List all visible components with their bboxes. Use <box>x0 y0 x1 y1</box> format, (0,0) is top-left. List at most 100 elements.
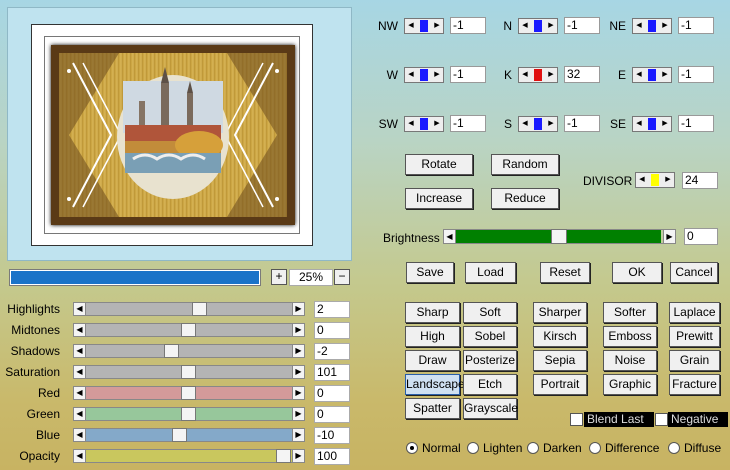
matrix-ne-value[interactable]: -1 <box>678 17 714 34</box>
shadows-slider[interactable]: ◀ ▶ <box>73 344 305 358</box>
increase-button[interactable]: Increase <box>405 188 473 209</box>
spinner-left-icon[interactable]: ◀ <box>405 117 417 131</box>
midtones-slider[interactable]: ◀ ▶ <box>73 323 305 337</box>
laplace-preset-button[interactable]: Laplace <box>669 302 720 323</box>
slider-left-arrow-icon[interactable]: ◀ <box>73 302 86 316</box>
random-button[interactable]: Random <box>491 154 559 175</box>
matrix-n-spinner[interactable]: ◀ ▶ <box>518 18 558 34</box>
blue-slider[interactable]: ◀ ▶ <box>73 428 305 442</box>
matrix-se-spinner[interactable]: ◀ ▶ <box>632 116 672 132</box>
opacity-slider-thumb[interactable] <box>276 449 291 463</box>
shadows-slider-thumb[interactable] <box>164 344 179 358</box>
brightness-slider-thumb[interactable] <box>551 229 567 244</box>
spinner-right-icon[interactable]: ▶ <box>545 117 557 131</box>
midtones-slider-thumb[interactable] <box>181 323 196 337</box>
slider-left-arrow-icon[interactable]: ◀ <box>73 449 86 463</box>
brightness-left-arrow-icon[interactable]: ◀ <box>443 229 456 244</box>
slider-right-arrow-icon[interactable]: ▶ <box>292 386 305 400</box>
slider-right-arrow-icon[interactable]: ▶ <box>292 407 305 421</box>
highlights-slider[interactable]: ◀ ▶ <box>73 302 305 316</box>
divisor-value[interactable]: 24 <box>682 172 718 189</box>
fracture-preset-button[interactable]: Fracture <box>669 374 720 395</box>
zoom-in-button[interactable]: + <box>271 269 287 285</box>
slider-left-arrow-icon[interactable]: ◀ <box>73 365 86 379</box>
sepia-preset-button[interactable]: Sepia <box>533 350 587 371</box>
matrix-e-value[interactable]: -1 <box>678 66 714 83</box>
spinner-right-icon[interactable]: ▶ <box>545 19 557 33</box>
spinner-left-icon[interactable]: ◀ <box>633 117 645 131</box>
blend-lighten-radio[interactable] <box>467 442 479 454</box>
shadows-value[interactable]: -2 <box>314 343 350 360</box>
spinner-right-icon[interactable]: ▶ <box>662 173 674 187</box>
portrait-preset-button[interactable]: Portrait <box>533 374 587 395</box>
slider-left-arrow-icon[interactable]: ◀ <box>73 323 86 337</box>
slider-right-arrow-icon[interactable]: ▶ <box>292 323 305 337</box>
spinner-left-icon[interactable]: ◀ <box>405 68 417 82</box>
reduce-button[interactable]: Reduce <box>491 188 559 209</box>
matrix-n-value[interactable]: -1 <box>564 17 600 34</box>
spinner-right-icon[interactable]: ▶ <box>431 117 443 131</box>
noise-preset-button[interactable]: Noise <box>603 350 657 371</box>
zoom-out-button[interactable]: − <box>334 269 350 285</box>
matrix-sw-value[interactable]: -1 <box>450 115 486 132</box>
sharper-preset-button[interactable]: Sharper <box>533 302 587 323</box>
grayscale-preset-button[interactable]: Grayscale <box>463 398 518 419</box>
green-slider-thumb[interactable] <box>181 407 196 421</box>
divisor-spinner[interactable]: ◀ ▶ <box>635 172 675 188</box>
saturation-slider-thumb[interactable] <box>181 365 196 379</box>
matrix-s-value[interactable]: -1 <box>564 115 600 132</box>
spinner-left-icon[interactable]: ◀ <box>633 68 645 82</box>
slider-left-arrow-icon[interactable]: ◀ <box>73 344 86 358</box>
spinner-right-icon[interactable]: ▶ <box>431 19 443 33</box>
posterize-preset-button[interactable]: Posterize <box>463 350 517 371</box>
slider-right-arrow-icon[interactable]: ▶ <box>292 449 305 463</box>
draw-preset-button[interactable]: Draw <box>405 350 460 371</box>
matrix-se-value[interactable]: -1 <box>678 115 714 132</box>
etch-preset-button[interactable]: Etch <box>463 374 517 395</box>
slider-right-arrow-icon[interactable]: ▶ <box>292 428 305 442</box>
spinner-right-icon[interactable]: ▶ <box>659 68 671 82</box>
spinner-left-icon[interactable]: ◀ <box>636 173 648 187</box>
graphic-preset-button[interactable]: Graphic <box>603 374 657 395</box>
blend-darken-radio[interactable] <box>527 442 539 454</box>
blue-slider-thumb[interactable] <box>172 428 187 442</box>
rotate-button[interactable]: Rotate <box>405 154 473 175</box>
blue-value[interactable]: -10 <box>314 427 350 444</box>
spinner-right-icon[interactable]: ▶ <box>545 68 557 82</box>
landscape-preset-button[interactable]: Landscape <box>405 374 465 395</box>
slider-left-arrow-icon[interactable]: ◀ <box>73 428 86 442</box>
blend-diffuse-radio[interactable] <box>668 442 680 454</box>
spatter-preset-button[interactable]: Spatter <box>405 398 460 419</box>
prewitt-preset-button[interactable]: Prewitt <box>669 326 720 347</box>
spinner-right-icon[interactable]: ▶ <box>659 117 671 131</box>
reset-button[interactable]: Reset <box>540 262 590 283</box>
spinner-left-icon[interactable]: ◀ <box>519 117 531 131</box>
high-pass-preset-button[interactable]: High Pass <box>405 326 460 362</box>
highlights-slider-thumb[interactable] <box>192 302 207 316</box>
matrix-e-spinner[interactable]: ◀ ▶ <box>632 67 672 83</box>
red-slider[interactable]: ◀ ▶ <box>73 386 305 400</box>
midtones-value[interactable]: 0 <box>314 322 350 339</box>
slider-right-arrow-icon[interactable]: ▶ <box>292 365 305 379</box>
emboss-preset-button[interactable]: Emboss <box>603 326 657 347</box>
matrix-nw-value[interactable]: -1 <box>450 17 486 34</box>
matrix-w-spinner[interactable]: ◀ ▶ <box>404 67 444 83</box>
cancel-button[interactable]: Cancel <box>670 262 718 283</box>
red-slider-thumb[interactable] <box>181 386 196 400</box>
matrix-k-spinner[interactable]: ◀ ▶ <box>518 67 558 83</box>
green-slider[interactable]: ◀ ▶ <box>73 407 305 421</box>
brightness-right-arrow-icon[interactable]: ▶ <box>663 229 676 244</box>
blend-last-checkbox[interactable] <box>570 413 583 426</box>
sobel-preset-button[interactable]: Sobel <box>463 326 517 347</box>
spinner-left-icon[interactable]: ◀ <box>633 19 645 33</box>
brightness-slider[interactable]: ◀ ▶ <box>443 229 676 244</box>
red-value[interactable]: 0 <box>314 385 350 402</box>
kirsch-preset-button[interactable]: Kirsch <box>533 326 587 347</box>
opacity-slider[interactable]: ◀ ▶ <box>73 449 305 463</box>
saturation-value[interactable]: 101 <box>314 364 350 381</box>
grain-preset-button[interactable]: Grain <box>669 350 720 371</box>
brightness-value[interactable]: 0 <box>684 228 718 245</box>
slider-left-arrow-icon[interactable]: ◀ <box>73 386 86 400</box>
green-value[interactable]: 0 <box>314 406 350 423</box>
ok-button[interactable]: OK <box>612 262 662 283</box>
